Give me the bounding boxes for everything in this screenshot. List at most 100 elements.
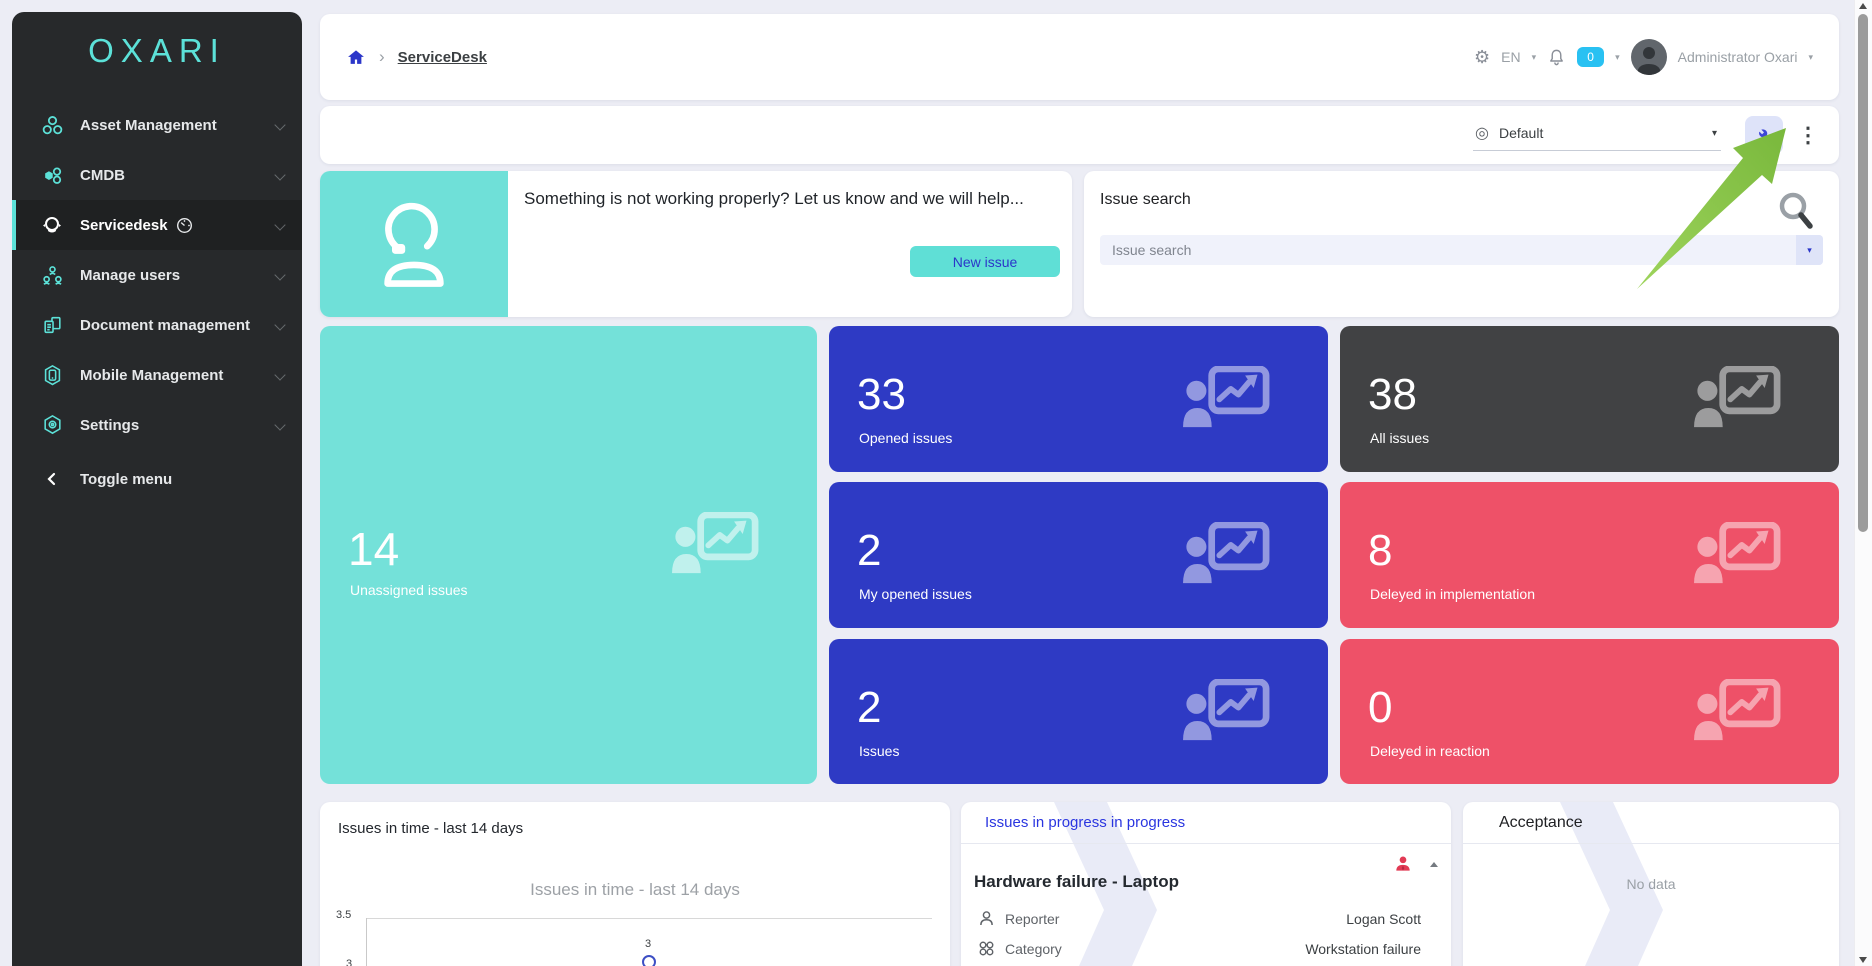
- help-card: Something is not working properly? Let u…: [320, 171, 1072, 317]
- cmdb-icon: [40, 163, 64, 187]
- chevron-down-icon: [274, 419, 285, 430]
- chevron-down-icon[interactable]: ▾: [1808, 52, 1813, 63]
- category-icon: [977, 939, 999, 958]
- app-logo: OXARI: [12, 12, 302, 90]
- tile-label: Unassigned issues: [350, 582, 468, 598]
- home-icon[interactable]: [346, 48, 366, 67]
- presentation-icon: [1693, 366, 1781, 434]
- toggle-menu-button[interactable]: Toggle menu: [12, 454, 302, 504]
- configure-dashboard-button[interactable]: [1745, 116, 1783, 154]
- tile-all-issues[interactable]: 38 All issues: [1340, 326, 1839, 472]
- chevron-down-icon: [274, 169, 285, 180]
- sidebar-item-settings[interactable]: Settings: [12, 400, 302, 450]
- assignee-person-icon: [1393, 854, 1413, 879]
- data-point-label: 3: [638, 938, 658, 950]
- tile-value: 8: [1368, 526, 1392, 576]
- new-issue-button[interactable]: New issue: [910, 246, 1060, 277]
- issue-search-input[interactable]: [1100, 235, 1823, 265]
- sidebar-item-label: Settings: [80, 417, 139, 434]
- chevron-down-icon: [274, 319, 285, 330]
- user-menu[interactable]: Administrator Oxari: [1678, 49, 1798, 65]
- view-select[interactable]: ◎ Default ▾: [1473, 119, 1721, 151]
- avatar[interactable]: [1631, 39, 1667, 75]
- scrollbar-down-arrow[interactable]: [1859, 957, 1867, 963]
- tile-value: 2: [857, 526, 881, 576]
- breadcrumb-separator: ›: [379, 47, 385, 67]
- language-selector[interactable]: EN: [1501, 49, 1520, 65]
- tile-delayed-implementation[interactable]: 8 Deleyed in implementation: [1340, 482, 1839, 628]
- tile-my-opened-issues[interactable]: 2 My opened issues: [829, 482, 1328, 628]
- issue-search-title: Issue search: [1100, 191, 1191, 209]
- field-value: Workstation failure: [1305, 941, 1421, 957]
- scrollbar-thumb[interactable]: [1858, 14, 1868, 532]
- sidebar-item-document-management[interactable]: Document management: [12, 300, 302, 350]
- y-axis-tick: 3.5: [336, 909, 351, 921]
- tile-label: Deleyed in reaction: [1370, 743, 1490, 759]
- sidebar-item-label: Document management: [80, 317, 250, 334]
- chart-title: Issues in time - last 14 days: [320, 880, 950, 900]
- sidebar: OXARI Asset Management: [12, 12, 302, 966]
- data-point-marker[interactable]: [642, 955, 656, 966]
- settings-icon: [40, 413, 64, 437]
- breadcrumb[interactable]: ServiceDesk: [398, 49, 487, 66]
- chevron-down-icon: [274, 269, 285, 280]
- sidebar-item-label: CMDB: [80, 167, 125, 184]
- sidebar-item-mobile-management[interactable]: Mobile Management: [12, 350, 302, 400]
- presentation-icon: [671, 512, 759, 580]
- card-title: Acceptance: [1499, 814, 1583, 832]
- bell-icon[interactable]: [1547, 48, 1566, 67]
- issues-in-time-card: Issues in time - last 14 days Issues in …: [320, 802, 950, 966]
- chevron-down-icon[interactable]: ▾: [1615, 52, 1620, 63]
- dashboard-toolbar: ◎ Default ▾ ⋮: [320, 106, 1839, 164]
- asset-management-icon: [40, 113, 64, 137]
- servicedesk-icon: [40, 213, 64, 237]
- divider: [961, 843, 1451, 844]
- tile-value: 38: [1368, 370, 1417, 420]
- sidebar-item-label: Manage users: [80, 267, 180, 284]
- servicedesk-dashboard: OXARI Asset Management: [0, 0, 1872, 966]
- chevron-down-icon: [274, 369, 285, 380]
- tile-label: Deleyed in implementation: [1370, 586, 1535, 602]
- search-dropdown-caret[interactable]: ▾: [1796, 235, 1823, 265]
- chevron-down-icon: [274, 119, 285, 130]
- card-title[interactable]: Issues in progress in progress: [985, 814, 1185, 831]
- wrench-icon: [1754, 125, 1774, 145]
- gear-icon[interactable]: ⚙: [1474, 47, 1490, 68]
- mobile-management-icon: [40, 363, 64, 387]
- sidebar-item-label: Servicedesk: [80, 217, 168, 234]
- issue-field-row: Category Workstation failure: [977, 939, 1421, 958]
- sidebar-item-servicedesk[interactable]: Servicedesk: [12, 200, 302, 250]
- kebab-icon: ⋮: [1798, 123, 1819, 148]
- sidebar-item-manage-users[interactable]: Manage users: [12, 250, 302, 300]
- notification-badge[interactable]: 0: [1577, 47, 1604, 67]
- sidebar-item-cmdb[interactable]: CMDB: [12, 150, 302, 200]
- document-management-icon: [40, 313, 64, 337]
- presentation-icon: [1693, 522, 1781, 590]
- reporter-person-icon: [977, 909, 999, 928]
- page-scrollbar[interactable]: [1854, 0, 1872, 966]
- tile-delayed-reaction[interactable]: 0 Deleyed in reaction: [1340, 639, 1839, 784]
- tile-value: 33: [857, 370, 906, 420]
- dashboard-gauge-icon: [176, 217, 193, 234]
- tile-label: All issues: [1370, 430, 1429, 446]
- tile-unassigned-issues[interactable]: 14 Unassigned issues: [320, 326, 817, 784]
- scroll-up-icon[interactable]: [1430, 862, 1438, 867]
- sidebar-item-asset-management[interactable]: Asset Management: [12, 100, 302, 150]
- more-options-button[interactable]: ⋮: [1795, 116, 1821, 154]
- search-icon: [1777, 191, 1815, 236]
- issue-item-title[interactable]: Hardware failure - Laptop: [974, 872, 1179, 892]
- scrollbar-up-arrow[interactable]: [1859, 3, 1867, 9]
- header-controls: ⚙ EN ▾ 0 ▾ Administrator Oxari ▾: [1474, 39, 1813, 75]
- tile-issues[interactable]: 2 Issues: [829, 639, 1328, 784]
- presentation-icon: [1182, 522, 1270, 590]
- sidebar-item-label: Asset Management: [80, 117, 217, 134]
- tile-label: Opened issues: [859, 430, 952, 446]
- tile-value: 14: [348, 522, 399, 576]
- chevron-left-icon: [40, 467, 64, 491]
- tile-opened-issues[interactable]: 33 Opened issues: [829, 326, 1328, 472]
- chevron-down-icon[interactable]: ▾: [1532, 52, 1537, 63]
- issue-field-row: Reporter Logan Scott: [977, 909, 1421, 928]
- manage-users-icon: [40, 263, 64, 287]
- divider: [1463, 843, 1839, 844]
- help-message: Something is not working properly? Let u…: [524, 189, 1024, 209]
